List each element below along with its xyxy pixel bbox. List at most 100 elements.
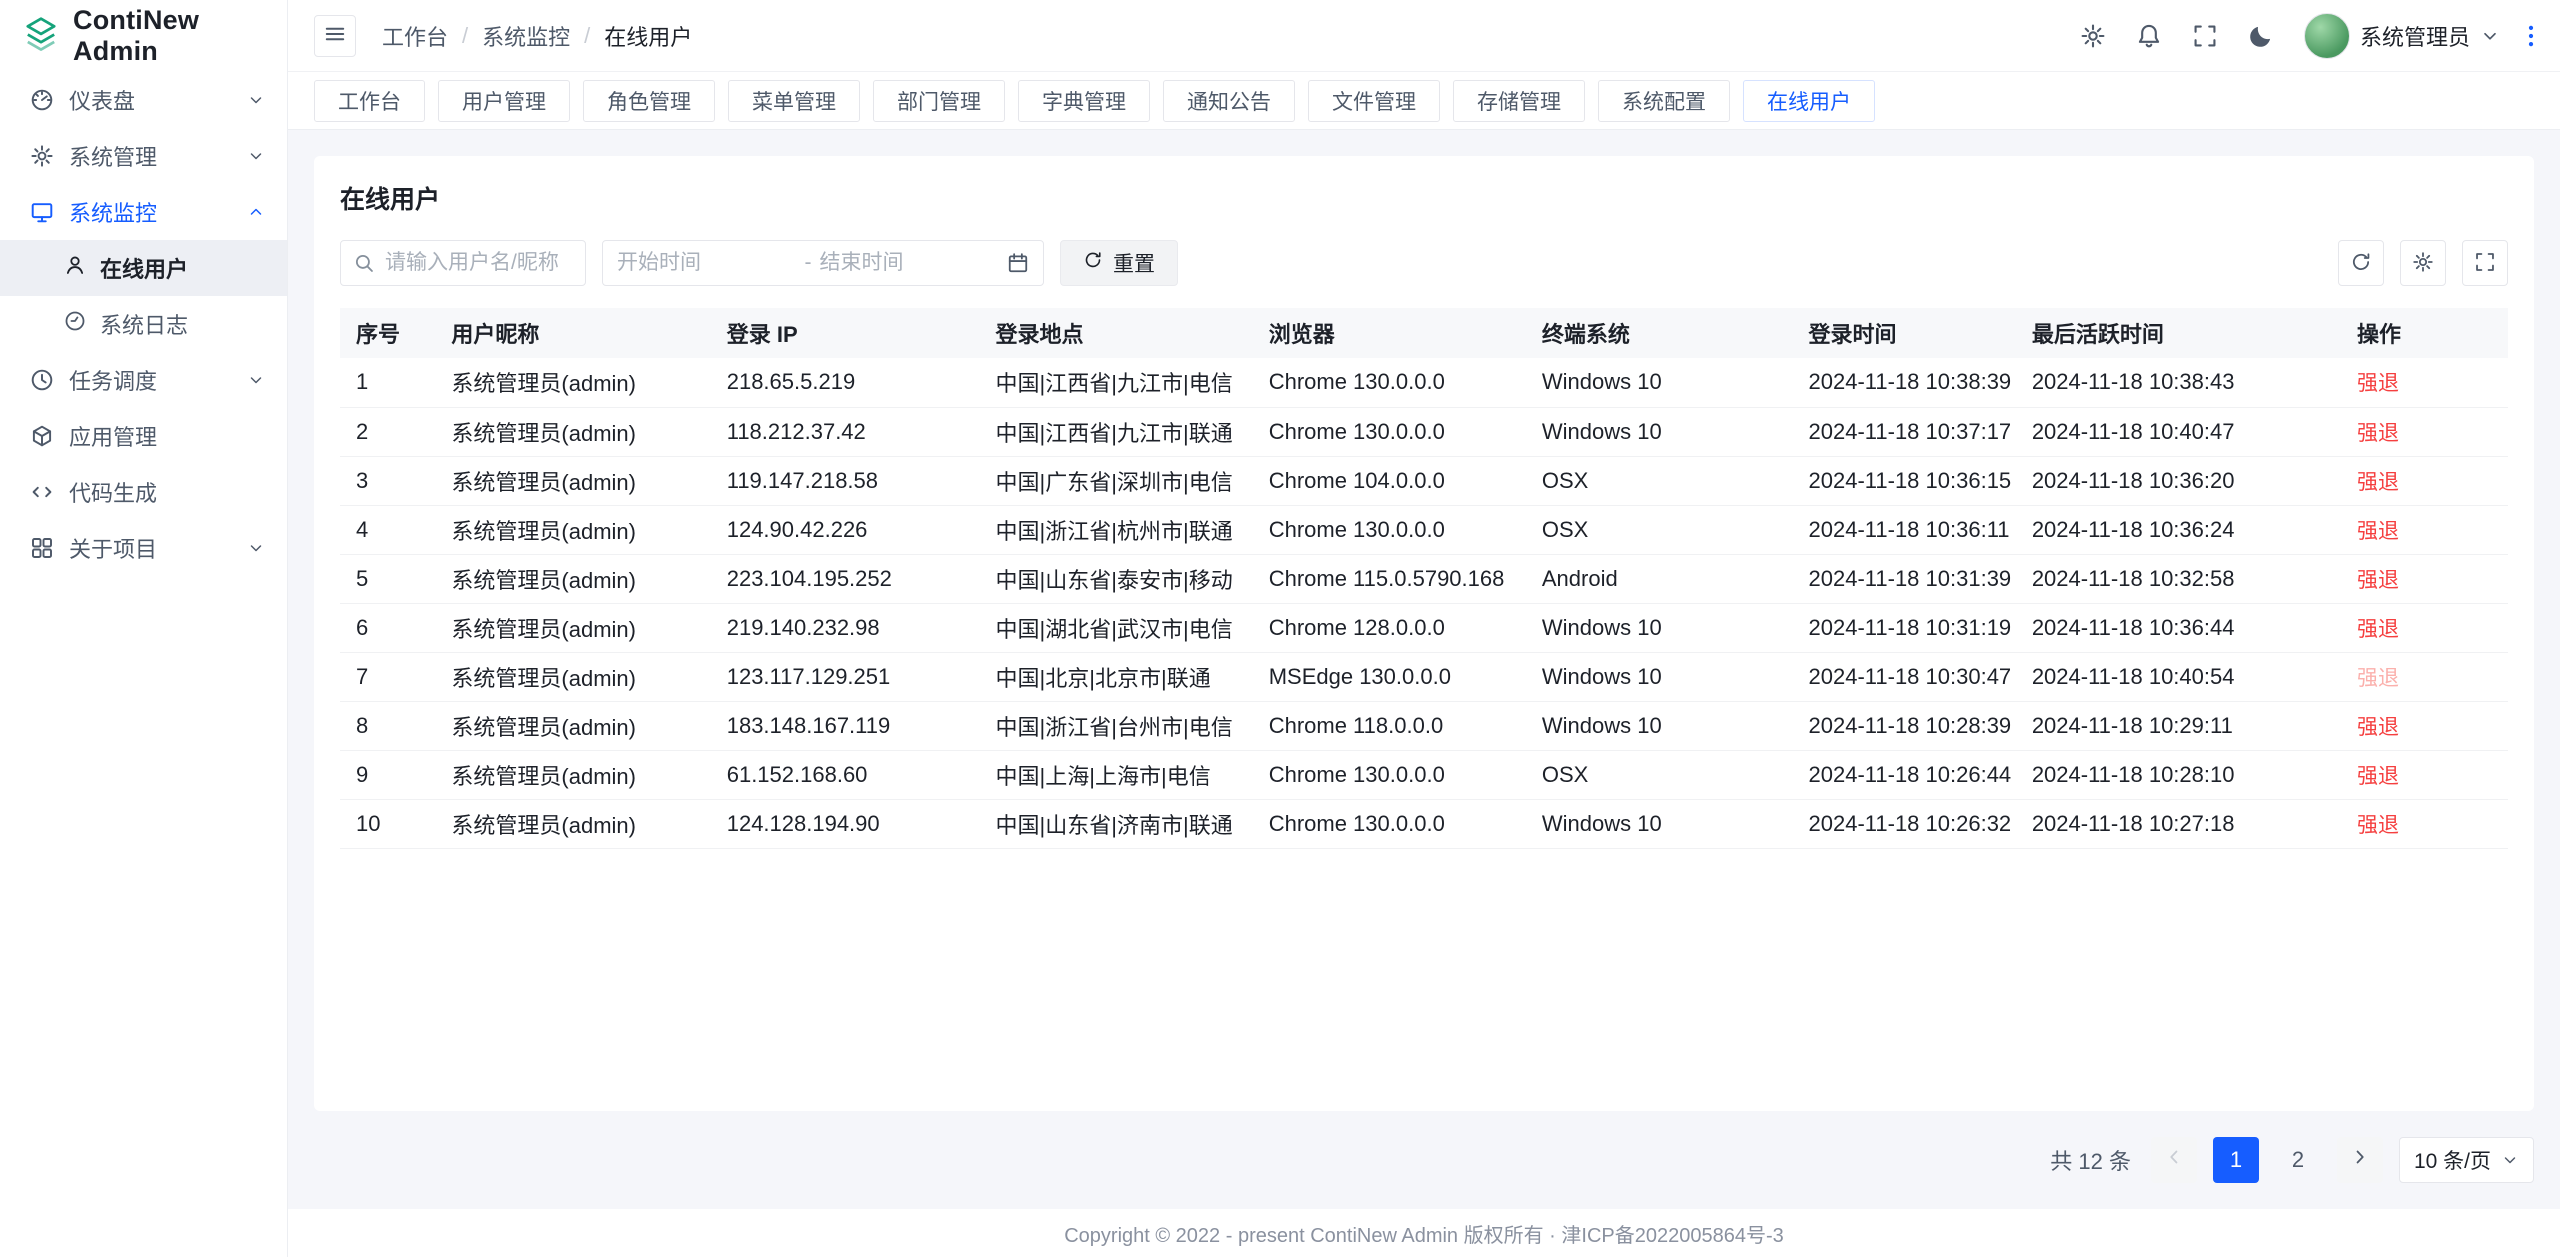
table-fullscreen-button[interactable] bbox=[2462, 240, 2508, 286]
dark-mode-moon-icon[interactable] bbox=[2248, 23, 2274, 49]
app-root: ContiNew Admin 仪表盘系统管理系统监控在线用户系统日志任务调度应用… bbox=[0, 0, 2560, 1257]
search-input[interactable] bbox=[340, 240, 586, 286]
sidebar-item-system-management[interactable]: 系统管理 bbox=[0, 128, 287, 184]
cell-last_active: 2024-11-18 10:36:20 bbox=[2016, 456, 2341, 505]
cell-os: Android bbox=[1526, 554, 1793, 603]
cell-browser: Chrome 118.0.0.0 bbox=[1253, 701, 1526, 750]
tab-9[interactable]: 系统配置 bbox=[1598, 80, 1730, 122]
start-time-input[interactable] bbox=[617, 251, 797, 275]
sidebar-item-app-management[interactable]: 应用管理 bbox=[0, 408, 287, 464]
sidebar-item-task-schedule[interactable]: 任务调度 bbox=[0, 352, 287, 408]
cell-actions: 强退 bbox=[2341, 358, 2508, 407]
force-logout-link[interactable]: 强退 bbox=[2357, 569, 2399, 592]
date-range-picker[interactable]: - bbox=[602, 240, 1044, 286]
chevron-down-icon bbox=[2480, 26, 2500, 46]
cell-login_time: 2024-11-18 10:38:39 bbox=[1793, 358, 2016, 407]
cell-os: Windows 10 bbox=[1526, 603, 1793, 652]
sidebar-item-label: 任务调度 bbox=[69, 364, 232, 396]
sidebar-item-code-generation[interactable]: 代码生成 bbox=[0, 464, 287, 520]
page-size-select[interactable]: 10 条/页 bbox=[2399, 1137, 2534, 1183]
tab-6[interactable]: 通知公告 bbox=[1163, 80, 1295, 122]
fullscreen-icon[interactable] bbox=[2192, 23, 2218, 49]
cell-index: 7 bbox=[340, 652, 435, 701]
sidebar-item-dashboard[interactable]: 仪表盘 bbox=[0, 72, 287, 128]
monitor-icon bbox=[30, 200, 54, 224]
app-title: ContiNew Admin bbox=[73, 5, 287, 67]
tab-2[interactable]: 角色管理 bbox=[583, 80, 715, 122]
tab-5[interactable]: 字典管理 bbox=[1018, 80, 1150, 122]
table-row: 10系统管理员(admin)124.128.194.90中国|山东省|济南市|联… bbox=[340, 799, 2508, 848]
sidebar-item-system-logs[interactable]: 系统日志 bbox=[0, 296, 287, 352]
sidebar-nav: 仪表盘系统管理系统监控在线用户系统日志任务调度应用管理代码生成关于项目 bbox=[0, 72, 287, 576]
date-separator: - bbox=[805, 251, 812, 275]
user-menu[interactable]: 系统管理员 bbox=[2304, 13, 2500, 59]
force-logout-link[interactable]: 强退 bbox=[2357, 814, 2399, 837]
chevron-down-icon bbox=[247, 539, 265, 557]
online-users-card: 在线用户 - 重置 bbox=[314, 156, 2534, 1111]
sidebar: ContiNew Admin 仪表盘系统管理系统监控在线用户系统日志任务调度应用… bbox=[0, 0, 288, 1257]
pagination-next-button[interactable] bbox=[2337, 1137, 2383, 1183]
tab-0[interactable]: 工作台 bbox=[314, 80, 425, 122]
cell-browser: Chrome 128.0.0.0 bbox=[1253, 603, 1526, 652]
cell-location: 中国|上海|上海市|电信 bbox=[980, 750, 1253, 799]
reset-button[interactable]: 重置 bbox=[1060, 240, 1178, 286]
cell-nickname: 系统管理员(admin) bbox=[435, 505, 710, 554]
force-logout-link[interactable]: 强退 bbox=[2357, 471, 2399, 494]
cell-location: 中国|广东省|深圳市|电信 bbox=[980, 456, 1253, 505]
tab-10[interactable]: 在线用户 bbox=[1743, 80, 1875, 122]
tab-1[interactable]: 用户管理 bbox=[438, 80, 570, 122]
tab-7[interactable]: 文件管理 bbox=[1308, 80, 1440, 122]
force-logout-link[interactable]: 强退 bbox=[2357, 716, 2399, 739]
force-logout-link[interactable]: 强退 bbox=[2357, 765, 2399, 788]
cell-nickname: 系统管理员(admin) bbox=[435, 358, 710, 407]
sidebar-item-label: 代码生成 bbox=[69, 476, 265, 508]
user-avatar bbox=[2304, 13, 2350, 59]
force-logout-link[interactable]: 强退 bbox=[2357, 618, 2399, 641]
app-icon bbox=[30, 424, 54, 448]
tab-8[interactable]: 存储管理 bbox=[1453, 80, 1585, 122]
cell-ip: 183.148.167.119 bbox=[711, 701, 980, 750]
force-logout-link[interactable]: 强退 bbox=[2357, 422, 2399, 445]
cell-last_active: 2024-11-18 10:38:43 bbox=[2016, 358, 2341, 407]
cell-index: 8 bbox=[340, 701, 435, 750]
cell-location: 中国|山东省|济南市|联通 bbox=[980, 799, 1253, 848]
pagination-page-2[interactable]: 2 bbox=[2275, 1137, 2321, 1183]
refresh-table-button[interactable] bbox=[2338, 240, 2384, 286]
pagination-pages: 12 bbox=[2213, 1137, 2321, 1183]
copyright-text: Copyright © 2022 - present ContiNew Admi… bbox=[1064, 1219, 1784, 1248]
sidebar-item-label: 关于项目 bbox=[69, 532, 232, 564]
cell-nickname: 系统管理员(admin) bbox=[435, 799, 710, 848]
breadcrumb-item[interactable]: 系统监控 bbox=[482, 20, 570, 52]
cell-index: 5 bbox=[340, 554, 435, 603]
pagination-page-1[interactable]: 1 bbox=[2213, 1137, 2259, 1183]
table-row: 9系统管理员(admin)61.152.168.60中国|上海|上海市|电信Ch… bbox=[340, 750, 2508, 799]
sidebar-collapse-button[interactable] bbox=[314, 15, 356, 57]
more-options-icon[interactable] bbox=[2518, 23, 2544, 49]
force-logout-link[interactable]: 强退 bbox=[2357, 372, 2399, 395]
end-time-input[interactable] bbox=[820, 251, 1000, 275]
app-logo: ContiNew Admin bbox=[0, 0, 287, 72]
notification-bell-icon[interactable] bbox=[2136, 23, 2162, 49]
cell-actions: 强退 bbox=[2341, 456, 2508, 505]
tabbar: 工作台用户管理角色管理菜单管理部门管理字典管理通知公告文件管理存储管理系统配置在… bbox=[288, 72, 2560, 130]
cell-index: 6 bbox=[340, 603, 435, 652]
sidebar-item-system-monitor[interactable]: 系统监控 bbox=[0, 184, 287, 240]
tab-4[interactable]: 部门管理 bbox=[873, 80, 1005, 122]
force-logout-link[interactable]: 强退 bbox=[2357, 520, 2399, 543]
breadcrumb-item[interactable]: 在线用户 bbox=[604, 20, 692, 52]
pagination-prev-button[interactable] bbox=[2151, 1137, 2197, 1183]
online-users-table: 序号用户昵称登录 IP登录地点浏览器终端系统登录时间最后活跃时间操作 1系统管理… bbox=[340, 308, 2508, 849]
cell-ip: 61.152.168.60 bbox=[711, 750, 980, 799]
breadcrumb-item[interactable]: 工作台 bbox=[382, 20, 448, 52]
sidebar-item-online-users[interactable]: 在线用户 bbox=[0, 240, 287, 296]
cell-login_time: 2024-11-18 10:31:19 bbox=[1793, 603, 2016, 652]
log-icon bbox=[64, 310, 86, 338]
chevron-down-icon bbox=[2501, 1151, 2519, 1169]
cell-actions: 强退 bbox=[2341, 407, 2508, 456]
sidebar-item-about-project[interactable]: 关于项目 bbox=[0, 520, 287, 576]
column-settings-button[interactable] bbox=[2400, 240, 2446, 286]
settings-icon[interactable] bbox=[2080, 23, 2106, 49]
tab-3[interactable]: 菜单管理 bbox=[728, 80, 860, 122]
cell-browser: Chrome 130.0.0.0 bbox=[1253, 358, 1526, 407]
cell-os: Windows 10 bbox=[1526, 407, 1793, 456]
